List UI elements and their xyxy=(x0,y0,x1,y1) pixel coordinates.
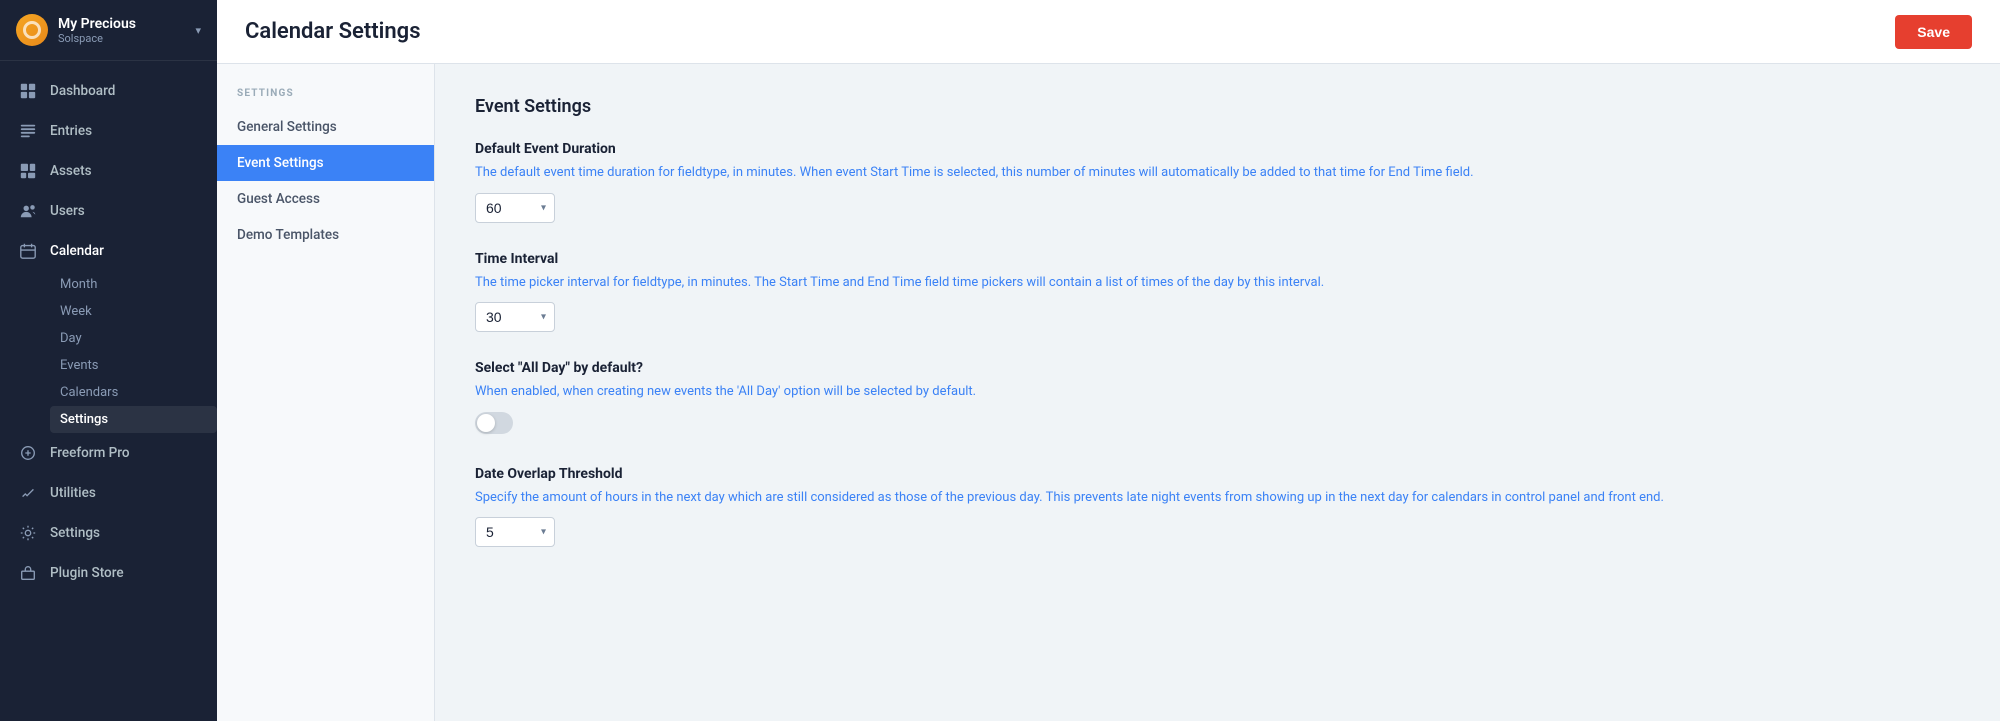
sidebar-item-assets[interactable]: Assets xyxy=(0,151,217,191)
org-chevron: ▾ xyxy=(195,24,201,37)
section-title: Event Settings xyxy=(475,96,1960,117)
submenu-item-month[interactable]: Month xyxy=(50,271,217,298)
calendar-icon xyxy=(18,241,38,261)
settings-nav-demo[interactable]: Demo Templates xyxy=(217,217,434,253)
field-desc-duration: The default event time duration for fiel… xyxy=(475,163,1960,183)
select-duration[interactable]: 15 30 45 60 90 120 xyxy=(486,200,528,216)
sidebar-item-plugin-store[interactable]: Plugin Store xyxy=(0,553,217,593)
chevron-down-icon: ▾ xyxy=(541,202,546,213)
page-title: Calendar Settings xyxy=(245,19,421,44)
select-overlap-wrapper[interactable]: 0 1 2 3 4 5 6 7 8 ▾ xyxy=(475,517,555,547)
sidebar-item-settings[interactable]: Settings xyxy=(0,513,217,553)
assets-icon xyxy=(18,161,38,181)
main-area: Calendar Settings Save SETTINGS General … xyxy=(217,0,2000,721)
settings-nav-guest[interactable]: Guest Access xyxy=(217,181,434,217)
settings-nav-general[interactable]: General Settings xyxy=(217,109,434,145)
sidebar-item-label-plugin-store: Plugin Store xyxy=(50,565,124,581)
calendar-submenu: Month Week Day Events Calendars Settings xyxy=(0,271,217,433)
utilities-icon xyxy=(18,483,38,503)
submenu-item-calendars[interactable]: Calendars xyxy=(50,379,217,406)
select-interval[interactable]: 5 10 15 30 60 xyxy=(486,309,520,325)
settings-icon xyxy=(18,523,38,543)
settings-section-label: SETTINGS xyxy=(217,84,434,109)
field-desc-allday: When enabled, when creating new events t… xyxy=(475,382,1960,402)
sidebar-nav: Dashboard Entries Assets Users xyxy=(0,61,217,721)
field-date-overlap: Date Overlap Threshold Specify the amoun… xyxy=(475,466,1960,548)
chevron-down-icon-3: ▾ xyxy=(541,527,546,538)
field-label-overlap: Date Overlap Threshold xyxy=(475,466,1960,482)
org-logo xyxy=(16,14,48,46)
sidebar-item-label-assets: Assets xyxy=(50,163,92,179)
users-icon xyxy=(18,201,38,221)
select-overlap[interactable]: 0 1 2 3 4 5 6 7 8 xyxy=(486,524,512,540)
org-header[interactable]: My Precious Solspace ▾ xyxy=(0,0,217,61)
plugin-icon xyxy=(18,563,38,583)
select-duration-wrapper[interactable]: 15 30 45 60 90 120 ▾ xyxy=(475,193,555,223)
dashboard-icon xyxy=(18,81,38,101)
field-time-interval: Time Interval The time picker interval f… xyxy=(475,251,1960,333)
sidebar-item-calendar[interactable]: Calendar xyxy=(0,231,217,271)
sidebar-item-label-settings: Settings xyxy=(50,525,100,541)
submenu-item-week[interactable]: Week xyxy=(50,298,217,325)
submenu-item-settings[interactable]: Settings xyxy=(50,406,217,433)
sidebar-item-label-users: Users xyxy=(50,203,85,219)
sidebar-item-label-dashboard: Dashboard xyxy=(50,83,115,99)
field-label-allday: Select "All Day" by default? xyxy=(475,360,1960,376)
toggle-allday-wrapper[interactable] xyxy=(475,412,513,434)
settings-sidebar: SETTINGS General Settings Event Settings… xyxy=(217,64,435,721)
sidebar-item-label-calendar: Calendar xyxy=(50,243,104,259)
org-name: My Precious xyxy=(58,16,136,32)
freeform-icon xyxy=(18,443,38,463)
org-info: My Precious Solspace xyxy=(58,16,136,45)
sidebar-item-users[interactable]: Users xyxy=(0,191,217,231)
sidebar-item-utilities[interactable]: Utilities xyxy=(0,473,217,513)
chevron-down-icon-2: ▾ xyxy=(541,312,546,323)
org-sub: Solspace xyxy=(58,32,136,45)
submenu-item-day[interactable]: Day xyxy=(50,325,217,352)
field-label-interval: Time Interval xyxy=(475,251,1960,267)
sidebar-item-freeform[interactable]: Freeform Pro xyxy=(0,433,217,473)
field-all-day: Select "All Day" by default? When enable… xyxy=(475,360,1960,438)
toggle-knob-allday xyxy=(477,414,495,432)
save-button[interactable]: Save xyxy=(1895,15,1972,49)
sidebar-item-entries[interactable]: Entries xyxy=(0,111,217,151)
main-content: Event Settings Default Event Duration Th… xyxy=(435,64,2000,721)
settings-nav-event[interactable]: Event Settings xyxy=(217,145,434,181)
sidebar: My Precious Solspace ▾ Dashboard Entries… xyxy=(0,0,217,721)
submenu-item-events[interactable]: Events xyxy=(50,352,217,379)
sidebar-item-label-utilities: Utilities xyxy=(50,485,96,501)
select-interval-wrapper[interactable]: 5 10 15 30 60 ▾ xyxy=(475,302,555,332)
entries-icon xyxy=(18,121,38,141)
content-area: SETTINGS General Settings Event Settings… xyxy=(217,64,2000,721)
sidebar-item-label-freeform: Freeform Pro xyxy=(50,445,130,461)
field-default-event-duration: Default Event Duration The default event… xyxy=(475,141,1960,223)
field-desc-overlap: Specify the amount of hours in the next … xyxy=(475,488,1960,508)
toggle-allday[interactable] xyxy=(475,412,513,434)
sidebar-item-label-entries: Entries xyxy=(50,123,92,139)
field-label-duration: Default Event Duration xyxy=(475,141,1960,157)
sidebar-item-dashboard[interactable]: Dashboard xyxy=(0,71,217,111)
topbar: Calendar Settings Save xyxy=(217,0,2000,64)
field-desc-interval: The time picker interval for fieldtype, … xyxy=(475,273,1960,293)
